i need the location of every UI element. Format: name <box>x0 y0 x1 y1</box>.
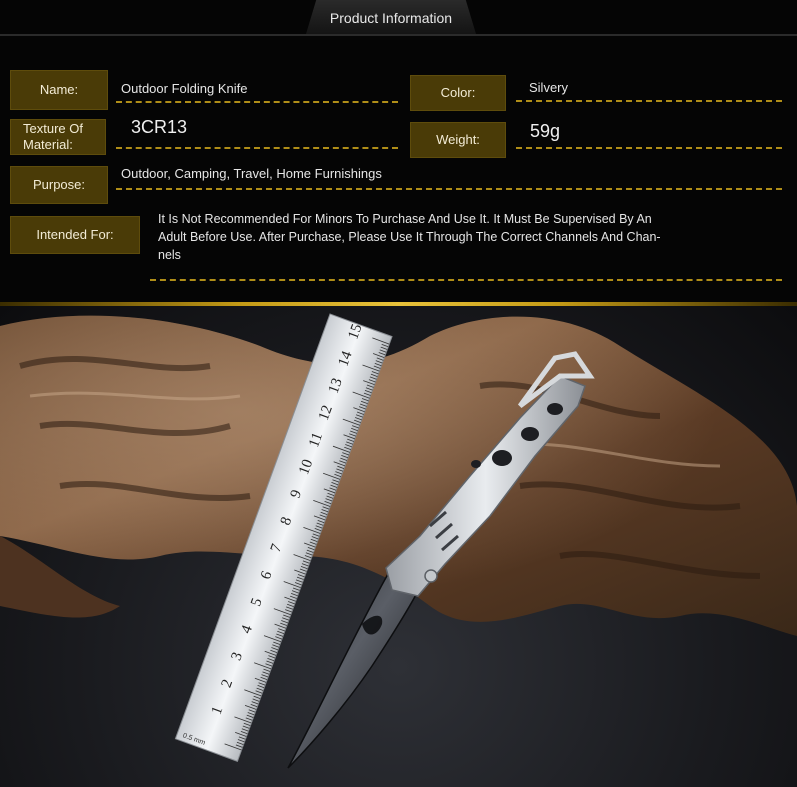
weight-value: 59g <box>530 121 561 141</box>
intended-for-label: Intended For: <box>10 216 140 254</box>
header-tab-area: Product Information <box>0 0 797 40</box>
handle-hole-1 <box>547 403 563 415</box>
purpose-label: Purpose: <box>10 166 108 204</box>
intended-for-line-2: Adult Before Use. After Purchase, Please… <box>158 230 661 244</box>
header-title: Product Information <box>306 0 476 34</box>
handle-hole-3 <box>492 450 512 466</box>
intended-for-underline <box>150 279 782 281</box>
name-underline <box>116 101 398 103</box>
material-label: Texture Of Material: <box>10 119 106 155</box>
intended-for-line-1: It Is Not Recommended For Minors To Purc… <box>158 212 652 226</box>
material-value: 3CR13 <box>131 117 188 137</box>
knife-on-wood-illustration: 123456789101112131415 0.5 mm <box>0 313 797 769</box>
color-underline <box>516 100 782 102</box>
info-panel: Product Information Name: Outdoor Foldin… <box>0 0 797 305</box>
weight-label: Weight: <box>410 122 506 158</box>
product-photo: 1 2 3 4 5 6 7 8 9 10 11 12 13 14 15 0.5 mm <box>0 306 797 787</box>
intended-for-line-3: nels <box>158 248 181 262</box>
knife-blade <box>287 572 420 769</box>
weight-underline <box>516 147 782 149</box>
pivot-screw <box>424 569 438 583</box>
intended-for-value: It Is Not Recommended For Minors To Purc… <box>158 210 748 264</box>
handle-hole-2 <box>521 427 539 441</box>
name-value: Outdoor Folding Knife <box>121 81 248 96</box>
handle-hole-4 <box>471 460 481 468</box>
material-underline <box>116 147 398 149</box>
name-label: Name: <box>10 70 108 110</box>
color-value: Silvery <box>529 80 569 95</box>
header-divider <box>0 34 797 36</box>
purpose-underline <box>116 188 782 190</box>
purpose-value: Outdoor, Camping, Travel, Home Furnishin… <box>121 166 382 181</box>
product-info-page: Product Information Name: Outdoor Foldin… <box>0 0 797 787</box>
color-label: Color: <box>410 75 506 111</box>
